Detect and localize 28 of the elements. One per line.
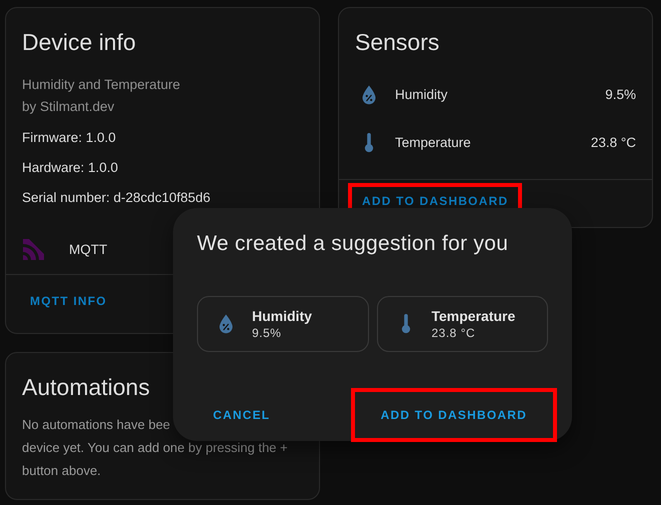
tile-value: 23.8 °C bbox=[432, 326, 476, 340]
sensor-value: 23.8 °C bbox=[590, 135, 636, 151]
tile-name: Humidity bbox=[252, 308, 312, 324]
add-to-dashboard-button[interactable]: ADD TO DASHBOARD bbox=[354, 392, 553, 438]
device-detail: Serial number: d-28cdc10f85d6 bbox=[22, 190, 212, 206]
tile-value: 9.5% bbox=[252, 326, 282, 340]
dialog-title: We created a suggestion for you bbox=[197, 232, 510, 256]
cancel-button[interactable]: CANCEL bbox=[197, 400, 286, 430]
device-detail: Hardware: 1.0.0 bbox=[22, 160, 120, 176]
card-title: Automations bbox=[21, 373, 151, 401]
automations-empty-text: No automations have bee bbox=[22, 417, 170, 433]
entity-tile[interactable]: Humidity 9.5% bbox=[197, 296, 368, 352]
tile-name: Temperature bbox=[432, 308, 516, 324]
card-title: Device info bbox=[21, 28, 137, 56]
card-title: Sensors bbox=[354, 28, 440, 56]
automations-empty-text: device yet. You can add one by pressing the + bbox=[22, 440, 288, 456]
automations-empty-text: button above. bbox=[22, 463, 101, 479]
integration-name: MQTT bbox=[69, 242, 108, 258]
device-manufacturer: by Stilmant.dev bbox=[22, 98, 116, 116]
signal-arcs-icon bbox=[23, 239, 44, 260]
add-to-dashboard-button[interactable]: ADD TO DASHBOARD bbox=[352, 187, 518, 215]
entity-tile[interactable]: Temperature 23.8 °C bbox=[376, 296, 548, 352]
device-detail: Firmware: 1.0.0 bbox=[22, 130, 117, 146]
sensor-value: 9.5% bbox=[605, 87, 636, 103]
sensor-name[interactable]: Temperature bbox=[395, 135, 591, 151]
mqtt-info-button[interactable]: MQTT INFO bbox=[14, 286, 123, 316]
device-model: Humidity and Temperature bbox=[22, 76, 182, 94]
sensor-name[interactable]: Humidity bbox=[395, 87, 606, 103]
